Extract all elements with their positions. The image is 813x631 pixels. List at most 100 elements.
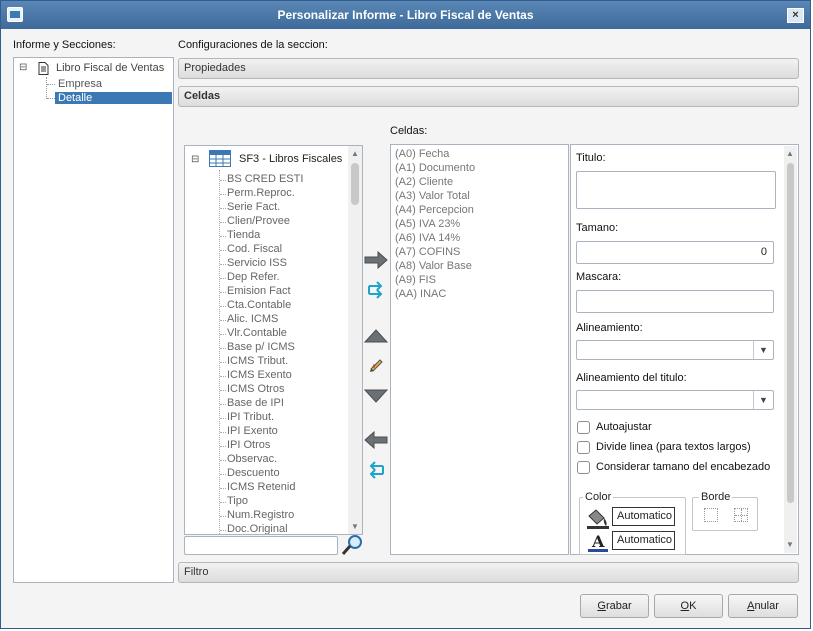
move-all-left-icon[interactable] — [363, 459, 389, 481]
cell-item[interactable]: (A8) Valor Base — [395, 260, 472, 272]
titulo-label: Titulo: — [576, 152, 606, 164]
edit-pencil-icon[interactable] — [363, 353, 389, 375]
tamano-field[interactable]: 0 — [576, 241, 774, 264]
move-left-icon[interactable] — [363, 429, 389, 451]
tree-item-empresa[interactable]: Empresa — [58, 78, 102, 90]
move-right-icon[interactable] — [363, 249, 389, 271]
field-item[interactable]: Alic. ICMS — [227, 313, 278, 325]
field-item[interactable]: ICMS Exento — [227, 369, 292, 381]
field-item[interactable]: Vlr.Contable — [227, 327, 287, 339]
field-item[interactable]: Serie Fact. — [227, 201, 280, 213]
cell-item[interactable]: (A7) COFINS — [395, 246, 460, 258]
text-color-value[interactable]: Automatico — [612, 531, 675, 550]
tree-line — [220, 432, 226, 433]
title-bar[interactable]: Personalizar Informe - Libro Fiscal de V… — [1, 1, 810, 29]
fill-color-icon[interactable] — [586, 507, 610, 532]
alineamiento-titulo-label: Alineamiento del titulo: — [576, 372, 687, 384]
scroll-thumb[interactable] — [787, 163, 794, 503]
field-item[interactable]: IPI Exento — [227, 425, 278, 437]
field-item[interactable]: Perm.Reproc. — [227, 187, 295, 199]
close-button[interactable]: × — [787, 8, 804, 23]
field-item[interactable]: Observac. — [227, 453, 277, 465]
field-item[interactable]: Cta.Contable — [227, 299, 291, 311]
section-filtro[interactable]: Filtro — [178, 562, 799, 583]
cell-item[interactable]: (A9) FIS — [395, 274, 436, 286]
divide-linea-checkbox[interactable] — [577, 441, 590, 454]
tamano-label: Tamano: — [576, 222, 619, 234]
cell-item[interactable]: (A2) Cliente — [395, 176, 453, 188]
ok-button[interactable]: OK — [654, 594, 723, 618]
titulo-field[interactable] — [576, 171, 776, 209]
field-item[interactable]: Num.Registro — [227, 509, 294, 521]
grabar-button[interactable]: Grabar — [580, 594, 649, 618]
scroll-down-arrow[interactable]: ▼ — [784, 540, 796, 549]
fill-color-value[interactable]: Automatico — [612, 507, 675, 526]
field-item[interactable]: IPI Tribut. — [227, 411, 274, 423]
cell-item[interactable]: (A4) Percepcion — [395, 204, 474, 216]
move-all-right-icon[interactable] — [363, 279, 389, 301]
field-item[interactable]: Doc.Original — [227, 523, 288, 534]
cells-list-box[interactable]: (A0) Fecha (A1) Documento (A2) Cliente (A3)… — [390, 144, 569, 555]
field-item[interactable]: Tipo — [227, 495, 248, 507]
field-item[interactable]: IPI Otros — [227, 439, 270, 451]
scroll-thumb[interactable] — [351, 163, 359, 205]
field-item[interactable]: Base p/ ICMS — [227, 341, 295, 353]
field-item[interactable]: Dep Refer. — [227, 271, 280, 283]
field-item[interactable]: Cod. Fiscal — [227, 243, 282, 255]
sections-tree[interactable]: ⊟ Libro Fiscal de Ventas Empresa Detalle — [13, 57, 174, 583]
mascara-field[interactable] — [576, 290, 774, 313]
fields-expander-icon[interactable]: ⊟ — [191, 154, 199, 165]
text-color-icon[interactable]: A — [587, 531, 609, 553]
scroll-up-arrow[interactable]: ▲ — [349, 149, 361, 158]
tree-line — [220, 208, 226, 209]
cell-item[interactable]: (A1) Documento — [395, 162, 475, 174]
border-none-icon[interactable] — [704, 508, 718, 522]
border-grid-icon[interactable] — [734, 508, 748, 522]
move-down-icon[interactable] — [363, 385, 389, 407]
section-propiedades[interactable]: Propiedades — [178, 58, 799, 79]
fields-tree[interactable]: ⊟ SF3 - Libros Fiscales BS CRED ESTI Perm… — [184, 145, 363, 535]
tree-line — [220, 222, 226, 223]
anular-button[interactable]: Anular — [728, 594, 798, 618]
chevron-down-icon[interactable]: ▼ — [753, 391, 773, 409]
field-item[interactable]: ICMS Tribut. — [227, 355, 288, 367]
fields-root-label[interactable]: SF3 - Libros Fiscales — [239, 153, 342, 165]
chevron-down-icon[interactable]: ▼ — [753, 341, 773, 359]
tree-item-detalle[interactable]: Detalle — [55, 92, 172, 104]
tree-line — [220, 320, 226, 321]
field-item[interactable]: BS CRED ESTI — [227, 173, 303, 185]
autoajustar-checkbox[interactable] — [577, 421, 590, 434]
move-up-icon[interactable] — [363, 325, 389, 347]
tree-line — [220, 264, 226, 265]
cell-item[interactable]: (A5) IVA 23% — [395, 218, 460, 230]
tree-line — [46, 77, 47, 99]
alineamiento-titulo-select[interactable]: ▼ — [576, 390, 774, 410]
field-item[interactable]: Tienda — [227, 229, 260, 241]
cell-item[interactable]: (A3) Valor Total — [395, 190, 470, 202]
cells-header: Celdas: — [390, 125, 428, 137]
cell-item[interactable]: (A6) IVA 14% — [395, 232, 460, 244]
field-item[interactable]: Clien/Provee — [227, 215, 290, 227]
tree-root-label[interactable]: Libro Fiscal de Ventas — [56, 62, 164, 74]
field-item[interactable]: Base de IPI — [227, 397, 284, 409]
cell-item[interactable]: (A0) Fecha — [395, 148, 449, 160]
properties-scrollbar[interactable]: ▲ ▼ — [784, 146, 797, 553]
field-item[interactable]: Descuento — [227, 467, 280, 479]
scroll-up-arrow[interactable]: ▲ — [784, 149, 796, 158]
field-item[interactable]: ICMS Otros — [227, 383, 284, 395]
considerar-checkbox[interactable] — [577, 461, 590, 474]
field-item[interactable]: Servicio ISS — [227, 257, 287, 269]
tree-line — [220, 348, 226, 349]
fields-search-input[interactable] — [184, 536, 338, 555]
field-item[interactable]: ICMS Retenid — [227, 481, 295, 493]
tree-expander-icon[interactable]: ⊟ — [19, 62, 27, 73]
scroll-down-arrow[interactable]: ▼ — [349, 522, 361, 531]
mascara-label: Mascara: — [576, 271, 622, 283]
section-celdas[interactable]: Celdas — [178, 86, 799, 107]
fields-scrollbar[interactable]: ▲ ▼ — [348, 146, 362, 534]
field-item[interactable]: Emision Fact — [227, 285, 291, 297]
search-icon[interactable] — [340, 534, 364, 559]
cell-item[interactable]: (AA) INAC — [395, 288, 446, 300]
alineamiento-select[interactable]: ▼ — [576, 340, 774, 360]
tree-line — [220, 488, 226, 489]
